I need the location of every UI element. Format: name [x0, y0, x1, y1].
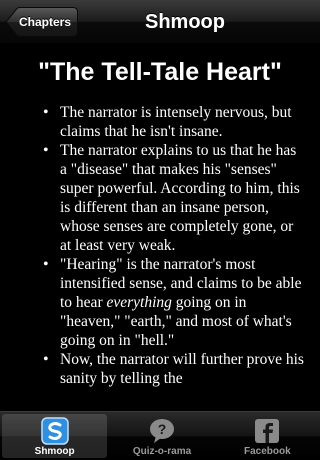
tab-facebook[interactable]: Facebook: [215, 412, 320, 460]
tab-shmoop[interactable]: Shmoop: [2, 414, 108, 458]
svg-text:?: ?: [158, 421, 167, 437]
summary-bullet: The narrator explains to us that he has …: [43, 141, 306, 255]
back-button-chapters[interactable]: Chapters: [5, 7, 78, 37]
tab-label: Shmoop: [34, 446, 75, 457]
tab-quiz-o-rama[interactable]: ? Quiz-o-rama: [109, 412, 214, 460]
chapter-heading: "The Tell-Tale Heart": [38, 58, 282, 86]
bullet-emphasis: everything: [106, 294, 172, 311]
question-bubble-icon: ?: [149, 419, 174, 443]
facebook-icon: [255, 419, 280, 443]
chapter-summary-content[interactable]: "The Tell-Tale Heart" The narrator is in…: [0, 44, 320, 411]
shmoop-logo-icon: [40, 417, 69, 445]
summary-bullet: "Hearing" is the narrator's most intensi…: [43, 255, 306, 350]
tab-label: Facebook: [243, 446, 291, 457]
navigation-bar: Chapters Shmoop: [0, 0, 320, 44]
bullet-text: The narrator explains to us that he has …: [60, 142, 300, 254]
back-button-label: Chapters: [19, 15, 72, 29]
tab-bar: Shmoop ? Quiz-o-rama Facebook: [0, 411, 320, 460]
tab-label: Quiz-o-rama: [132, 446, 192, 457]
page-title: Shmoop: [145, 11, 225, 33]
summary-bullet: Now, the narrator will further prove his…: [43, 350, 306, 388]
summary-bullet: The narrator is intensely nervous, but c…: [43, 103, 306, 141]
bullet-text: The narrator is intensely nervous, but c…: [60, 104, 292, 140]
summary-bullet-list: The narrator is intensely nervous, but c…: [0, 103, 320, 388]
bullet-text: Now, the narrator will further prove his…: [60, 351, 304, 387]
